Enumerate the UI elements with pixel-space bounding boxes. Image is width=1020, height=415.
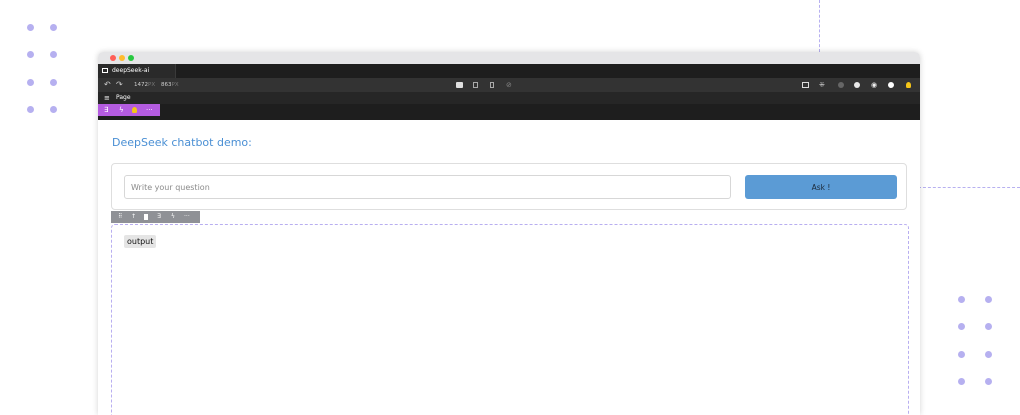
window-icon (102, 68, 108, 73)
maximize-window-button[interactable] (128, 55, 134, 61)
question-form: Ask ! (111, 163, 907, 210)
page-menu-label[interactable]: Page (116, 92, 131, 104)
background-canvas: deepSeek-ai ↶ ↷ 1472PX 863PX ⊘ ⁜ ◉ ≡ Pag… (0, 0, 1020, 415)
mobile-icon[interactable] (490, 82, 494, 88)
menu-icon[interactable]: ≡ (104, 92, 110, 104)
app-window: deepSeek-ai ↶ ↷ 1472PX 863PX ⊘ ⁜ ◉ ≡ Pag… (98, 52, 920, 415)
eye-icon[interactable]: ◉ (871, 78, 877, 92)
component-toolbar-strip: ∃ ϟ ··· (98, 104, 920, 120)
decor-dot (50, 79, 57, 86)
trash-icon[interactable] (144, 214, 148, 220)
decor-dot (985, 296, 992, 303)
layout-icon[interactable] (802, 82, 809, 88)
bulb-icon[interactable] (906, 82, 911, 88)
palette-icon[interactable] (854, 82, 860, 88)
redo-icon[interactable]: ↷ (116, 78, 123, 92)
ask-button[interactable]: Ask ! (745, 175, 897, 199)
undo-icon[interactable]: ↶ (104, 78, 111, 92)
arrow-up-icon[interactable]: ↑ (131, 211, 136, 223)
decor-dot (27, 24, 34, 31)
tab-project[interactable]: deepSeek-ai (98, 64, 176, 78)
decor-dot (958, 351, 965, 358)
bolt-icon[interactable]: ϟ (119, 104, 124, 116)
canvas-height-unit: PX (171, 82, 179, 88)
decor-dot (985, 351, 992, 358)
tab-bar: deepSeek-ai (98, 64, 920, 78)
bolt-icon[interactable]: ϟ (171, 211, 175, 223)
tab-label: deepSeek-ai (112, 67, 150, 74)
component-icon[interactable]: ∃ (104, 104, 108, 116)
decor-dot (50, 106, 57, 113)
page-title: DeepSeek chatbot demo: (112, 136, 252, 149)
canvas-width-value: 1472 (134, 82, 148, 88)
editor-toolbar: ↶ ↷ 1472PX 863PX ⊘ ⁜ ◉ (98, 78, 920, 92)
canvas-width-unit: PX (148, 82, 156, 88)
decor-dashed-line (819, 0, 820, 52)
more-icon[interactable]: ··· (146, 104, 153, 116)
decor-dot (50, 24, 57, 31)
component-toolbar: ∃ ϟ ··· (98, 104, 160, 116)
decor-dot (27, 79, 34, 86)
bulb-icon[interactable] (132, 107, 137, 113)
output-container[interactable]: output (111, 224, 909, 415)
play-icon[interactable] (888, 82, 894, 88)
more-icon[interactable]: ··· (184, 211, 190, 223)
question-input[interactable] (124, 175, 731, 199)
canvas-height-readout[interactable]: 863PX (161, 78, 179, 92)
drag-handle-icon[interactable]: ⠿ (118, 211, 122, 223)
page-bar: ≡ Page (98, 92, 920, 104)
decor-dot (985, 323, 992, 330)
canvas-height-value: 863 (161, 82, 172, 88)
decor-dot (27, 51, 34, 58)
decor-dot (27, 106, 34, 113)
close-window-button[interactable] (110, 55, 116, 61)
record-icon[interactable] (838, 82, 844, 88)
decor-dot (958, 378, 965, 385)
grid-icon[interactable]: ⁜ (819, 78, 825, 92)
output-toolbar: ⠿ ↑ ∃ ϟ ··· (111, 211, 200, 223)
window-titlebar (98, 52, 920, 64)
tablet-icon[interactable] (473, 82, 478, 88)
no-device-icon[interactable]: ⊘ (506, 78, 512, 92)
decor-dot (50, 51, 57, 58)
minimize-window-button[interactable] (119, 55, 125, 61)
desktop-icon[interactable] (456, 82, 463, 88)
component-icon[interactable]: ∃ (157, 211, 161, 223)
decor-dot (985, 378, 992, 385)
decor-dashed-line (918, 187, 1020, 188)
decor-dot (958, 323, 965, 330)
output-label: output (124, 235, 157, 248)
decor-dot (958, 296, 965, 303)
canvas-width-readout[interactable]: 1472PX (134, 78, 155, 92)
